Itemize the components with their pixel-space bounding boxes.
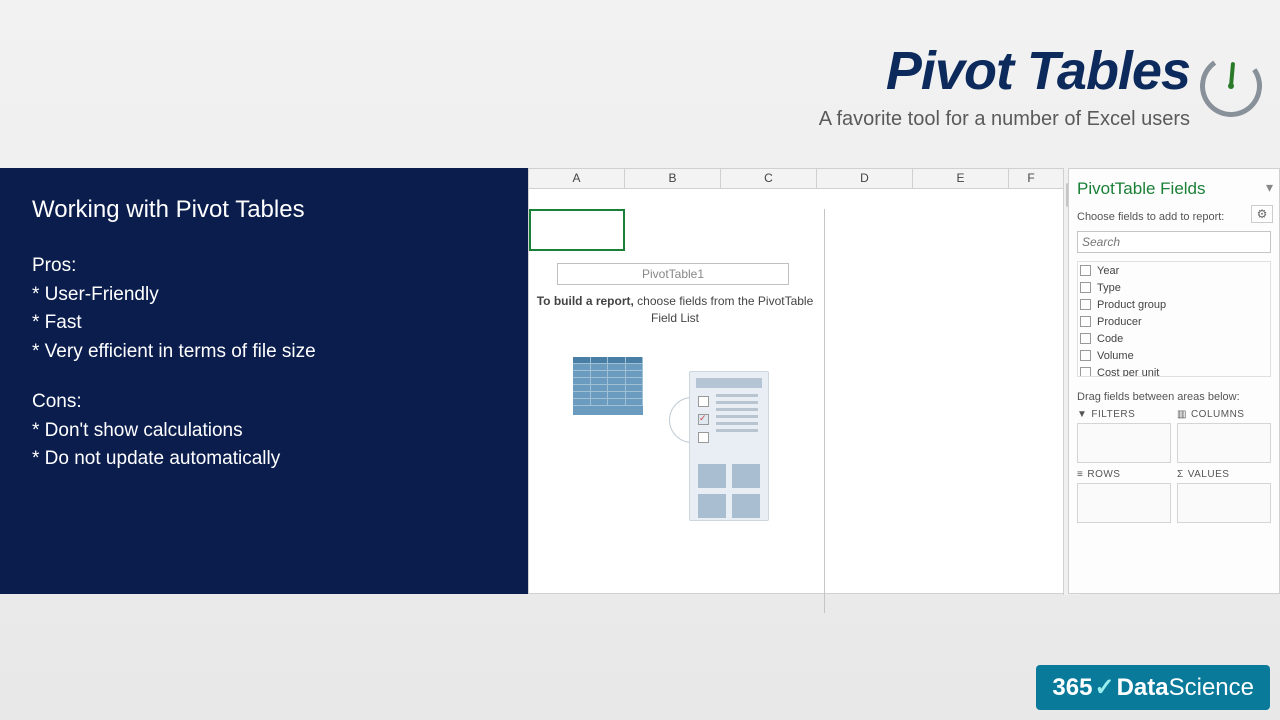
field-pane-title: PivotTable Fields [1077, 179, 1271, 199]
filters-area[interactable]: ▼FILTERS [1077, 409, 1171, 463]
checkbox-icon[interactable] [1080, 282, 1091, 293]
checkbox-icon[interactable] [1080, 350, 1091, 361]
column-header[interactable]: D [817, 169, 913, 188]
filter-icon: ▼ [1077, 409, 1087, 420]
checkbox-icon[interactable] [1080, 316, 1091, 327]
pro-item: * Fast [32, 309, 496, 338]
field-list[interactable]: Year Type Product group Producer Code Vo… [1077, 261, 1271, 377]
column-header[interactable]: F [1009, 169, 1053, 188]
con-item: * Don't show calculations [32, 417, 496, 446]
close-dropdown-icon[interactable]: ▾ [1266, 179, 1273, 196]
checkmark-icon: ✓ [1094, 674, 1114, 701]
gear-icon: ⚙ [1257, 207, 1268, 221]
field-search-input[interactable] [1077, 231, 1271, 253]
checkbox-icon[interactable] [1080, 299, 1091, 310]
cons-label: Cons: [32, 388, 496, 417]
pro-item: * User-Friendly [32, 281, 496, 310]
column-header[interactable]: B [625, 169, 721, 188]
field-item[interactable]: Product group [1078, 296, 1270, 313]
field-item[interactable]: Type [1078, 279, 1270, 296]
spreadsheet-view[interactable]: A B C D E F PivotTable1 To build a repor… [528, 168, 1064, 594]
sigma-icon: Σ [1177, 469, 1184, 480]
checkbox-icon[interactable] [1080, 367, 1091, 377]
field-pane-subtitle: Choose fields to add to report: [1077, 211, 1271, 223]
pros-label: Pros: [32, 252, 496, 281]
brand-logo: 365✓DataScience [1036, 665, 1270, 710]
field-item[interactable]: Code [1078, 330, 1270, 347]
drag-instruction: Drag fields between areas below: [1077, 391, 1271, 403]
field-item[interactable]: Cost per unit [1078, 364, 1270, 377]
pivot-hint: To build a report, choose fields from th… [533, 293, 817, 327]
field-item[interactable]: Producer [1078, 313, 1270, 330]
columns-icon: ▥ [1177, 409, 1187, 420]
column-header[interactable]: C [721, 169, 817, 188]
selected-cell[interactable] [529, 209, 625, 251]
info-panel: Working with Pivot Tables Pros: * User-F… [0, 168, 528, 594]
checkbox-icon[interactable] [1080, 265, 1091, 276]
pro-item: * Very efficient in terms of file size [32, 338, 496, 367]
rows-icon: ≡ [1077, 469, 1083, 480]
con-item: * Do not update automatically [32, 445, 496, 474]
settings-button[interactable]: ⚙ [1251, 205, 1273, 223]
pivot-illustration [573, 357, 773, 529]
column-header[interactable]: E [913, 169, 1009, 188]
gauge-icon [1200, 55, 1262, 117]
checkbox-icon[interactable] [1080, 333, 1091, 344]
field-item[interactable]: Volume [1078, 347, 1270, 364]
slide-subtitle: A favorite tool for a number of Excel us… [819, 108, 1190, 131]
columns-area[interactable]: ▥COLUMNS [1177, 409, 1271, 463]
values-area[interactable]: ΣVALUES [1177, 469, 1271, 523]
pivot-field-pane: PivotTable Fields ▾ Choose fields to add… [1068, 168, 1280, 594]
rows-area[interactable]: ≡ROWS [1077, 469, 1171, 523]
column-header[interactable]: A [529, 169, 625, 188]
field-item[interactable]: Year [1078, 262, 1270, 279]
pivot-name-box: PivotTable1 [557, 263, 789, 285]
panel-heading: Working with Pivot Tables [32, 196, 496, 224]
cell-grid[interactable]: PivotTable1 To build a report, choose fi… [529, 189, 1063, 593]
slide-title: Pivot Tables [819, 40, 1190, 102]
